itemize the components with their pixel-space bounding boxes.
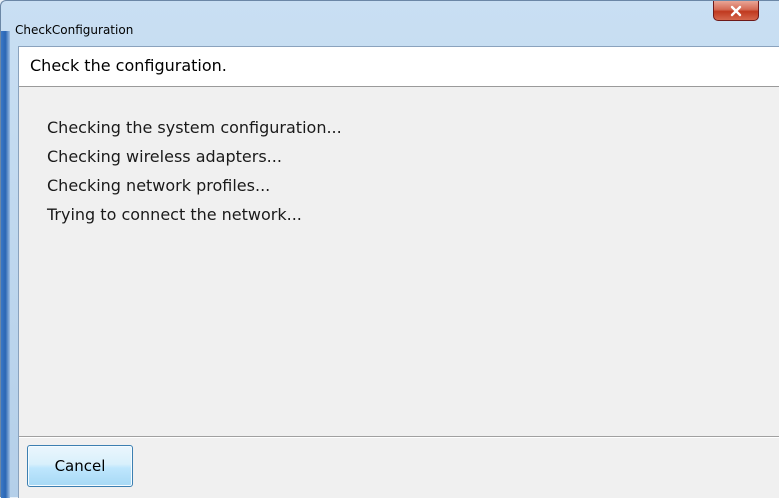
window-left-edge: [1, 31, 10, 498]
close-icon: [730, 5, 742, 16]
dialog-window: CheckConfiguration Check the configurati…: [0, 0, 779, 498]
status-line-profiles: Checking network profiles...: [47, 176, 271, 195]
status-list: Checking the system configuration... Che…: [47, 117, 342, 233]
title-bar[interactable]: CheckConfiguration: [1, 1, 779, 45]
window-title: CheckConfiguration: [15, 23, 134, 37]
cancel-button[interactable]: Cancel: [27, 445, 133, 487]
header-bar: Check the configuration.: [19, 46, 779, 87]
status-line-adapters: Checking wireless adapters...: [47, 147, 282, 166]
dialog-content: Check the configuration. Checking the sy…: [18, 46, 779, 498]
header-text: Check the configuration.: [30, 56, 227, 75]
close-button[interactable]: [713, 1, 759, 21]
status-line-system: Checking the system configuration...: [47, 118, 342, 137]
status-line-connect: Trying to connect the network...: [47, 205, 302, 224]
footer-separator: [19, 436, 779, 438]
